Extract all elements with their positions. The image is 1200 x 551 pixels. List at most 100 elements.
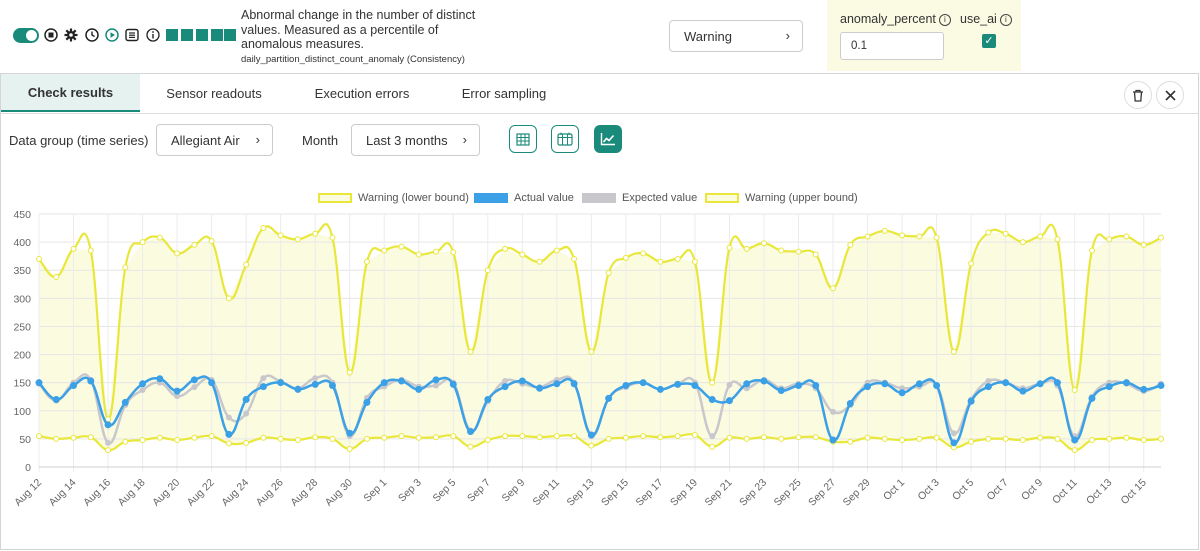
data-point: [898, 389, 906, 397]
data-point: [1105, 383, 1113, 391]
data-group-value: Allegiant Air: [171, 133, 240, 148]
month-value: Last 3 months: [366, 133, 448, 148]
delete-button[interactable]: [1124, 81, 1152, 109]
data-point: [536, 434, 543, 441]
data-point: [881, 227, 888, 234]
data-point: [432, 376, 440, 384]
data-point: [899, 232, 906, 239]
data-point: [553, 433, 560, 440]
info-icon[interactable]: i: [999, 13, 1012, 26]
data-point: [156, 234, 163, 241]
data-point: [846, 399, 854, 407]
severity-select[interactable]: Warning ›: [669, 20, 803, 52]
data-point: [1036, 380, 1044, 388]
x-tick-label: Sep 19: [668, 477, 700, 509]
chart-view-button[interactable]: [594, 125, 622, 153]
clock-icon[interactable]: [84, 27, 100, 43]
result-status-square[interactable]: [211, 29, 223, 41]
data-point: [191, 241, 198, 248]
data-point: [139, 437, 146, 444]
info-icon[interactable]: [145, 27, 161, 43]
anomaly-percent-input[interactable]: [840, 32, 944, 60]
tab-execution-errors[interactable]: Execution errors: [301, 74, 423, 112]
data-point: [173, 387, 181, 395]
data-point: [967, 397, 975, 405]
use-ai-checkbox[interactable]: ✓: [982, 34, 996, 48]
data-point: [328, 381, 336, 389]
x-tick-label: Sep 21: [703, 477, 735, 509]
data-point: [640, 433, 647, 440]
legend-label: Actual value: [514, 192, 574, 204]
chevron-right-icon: ›: [785, 28, 790, 43]
x-tick-label: Sep 5: [431, 477, 459, 505]
data-point: [294, 236, 301, 243]
data-point: [380, 379, 388, 387]
data-point: [570, 380, 578, 388]
severity-value: Warning: [684, 29, 732, 44]
y-tick-label: 300: [13, 293, 31, 305]
data-point: [312, 375, 319, 382]
result-status-square[interactable]: [196, 29, 208, 41]
data-point: [87, 377, 95, 385]
stop-circle-icon[interactable]: [43, 27, 59, 43]
tab-error-sampling[interactable]: Error sampling: [451, 74, 557, 112]
play-circle-icon[interactable]: [104, 27, 120, 43]
data-point: [122, 264, 129, 271]
data-point: [346, 369, 353, 376]
data-point: [1019, 239, 1026, 246]
data-point: [760, 434, 767, 441]
gear-icon[interactable]: [63, 27, 79, 43]
data-point: [433, 248, 440, 255]
data-point: [174, 437, 181, 444]
data-point: [605, 394, 613, 402]
data-point: [1019, 437, 1026, 444]
legend-item[interactable]: Actual value: [474, 191, 574, 205]
y-tick-label: 250: [13, 321, 31, 333]
result-status-square[interactable]: [181, 29, 193, 41]
calendar-view-button[interactable]: [551, 125, 579, 153]
data-group-select[interactable]: Allegiant Air ›: [156, 124, 273, 156]
y-tick-label: 450: [13, 209, 31, 221]
data-point: [277, 379, 285, 387]
data-point: [294, 437, 301, 444]
data-point: [70, 381, 78, 389]
data-point: [743, 245, 750, 252]
table-view-button[interactable]: [509, 125, 537, 153]
data-point: [243, 439, 250, 446]
data-point: [571, 255, 578, 262]
data-point: [36, 255, 42, 262]
list-icon[interactable]: [124, 27, 140, 43]
data-point: [950, 430, 957, 437]
y-tick-label: 50: [19, 434, 31, 446]
data-point: [243, 410, 250, 417]
data-point: [1071, 386, 1078, 393]
x-tick-label: Aug 22: [185, 477, 217, 509]
data-point: [1158, 435, 1164, 442]
legend-item[interactable]: Warning (lower bound): [318, 191, 469, 205]
data-point: [1054, 236, 1061, 243]
data-point: [881, 380, 889, 388]
result-status-square[interactable]: [224, 29, 236, 41]
data-point: [259, 383, 267, 391]
data-point: [864, 383, 872, 391]
data-point: [363, 435, 370, 442]
tab-sensor-readouts[interactable]: Sensor readouts: [151, 74, 277, 112]
info-icon[interactable]: i: [938, 13, 951, 26]
data-point: [467, 443, 474, 450]
x-tick-label: Oct 13: [1084, 477, 1114, 507]
data-point: [191, 434, 198, 441]
trash-icon: [1133, 89, 1143, 102]
tab-check-results[interactable]: Check results: [1, 74, 140, 112]
data-point: [1053, 379, 1061, 387]
legend-item[interactable]: Expected value: [582, 191, 697, 205]
result-status-square[interactable]: [166, 29, 178, 41]
data-point: [502, 377, 509, 384]
x-tick-label: Oct 7: [985, 477, 1011, 503]
enable-toggle[interactable]: [13, 28, 39, 43]
close-button[interactable]: [1156, 81, 1184, 109]
data-point: [657, 434, 664, 441]
data-point: [415, 385, 423, 393]
data-point: [743, 435, 750, 442]
month-select[interactable]: Last 3 months ›: [351, 124, 480, 156]
legend-item[interactable]: Warning (upper bound): [705, 191, 858, 205]
